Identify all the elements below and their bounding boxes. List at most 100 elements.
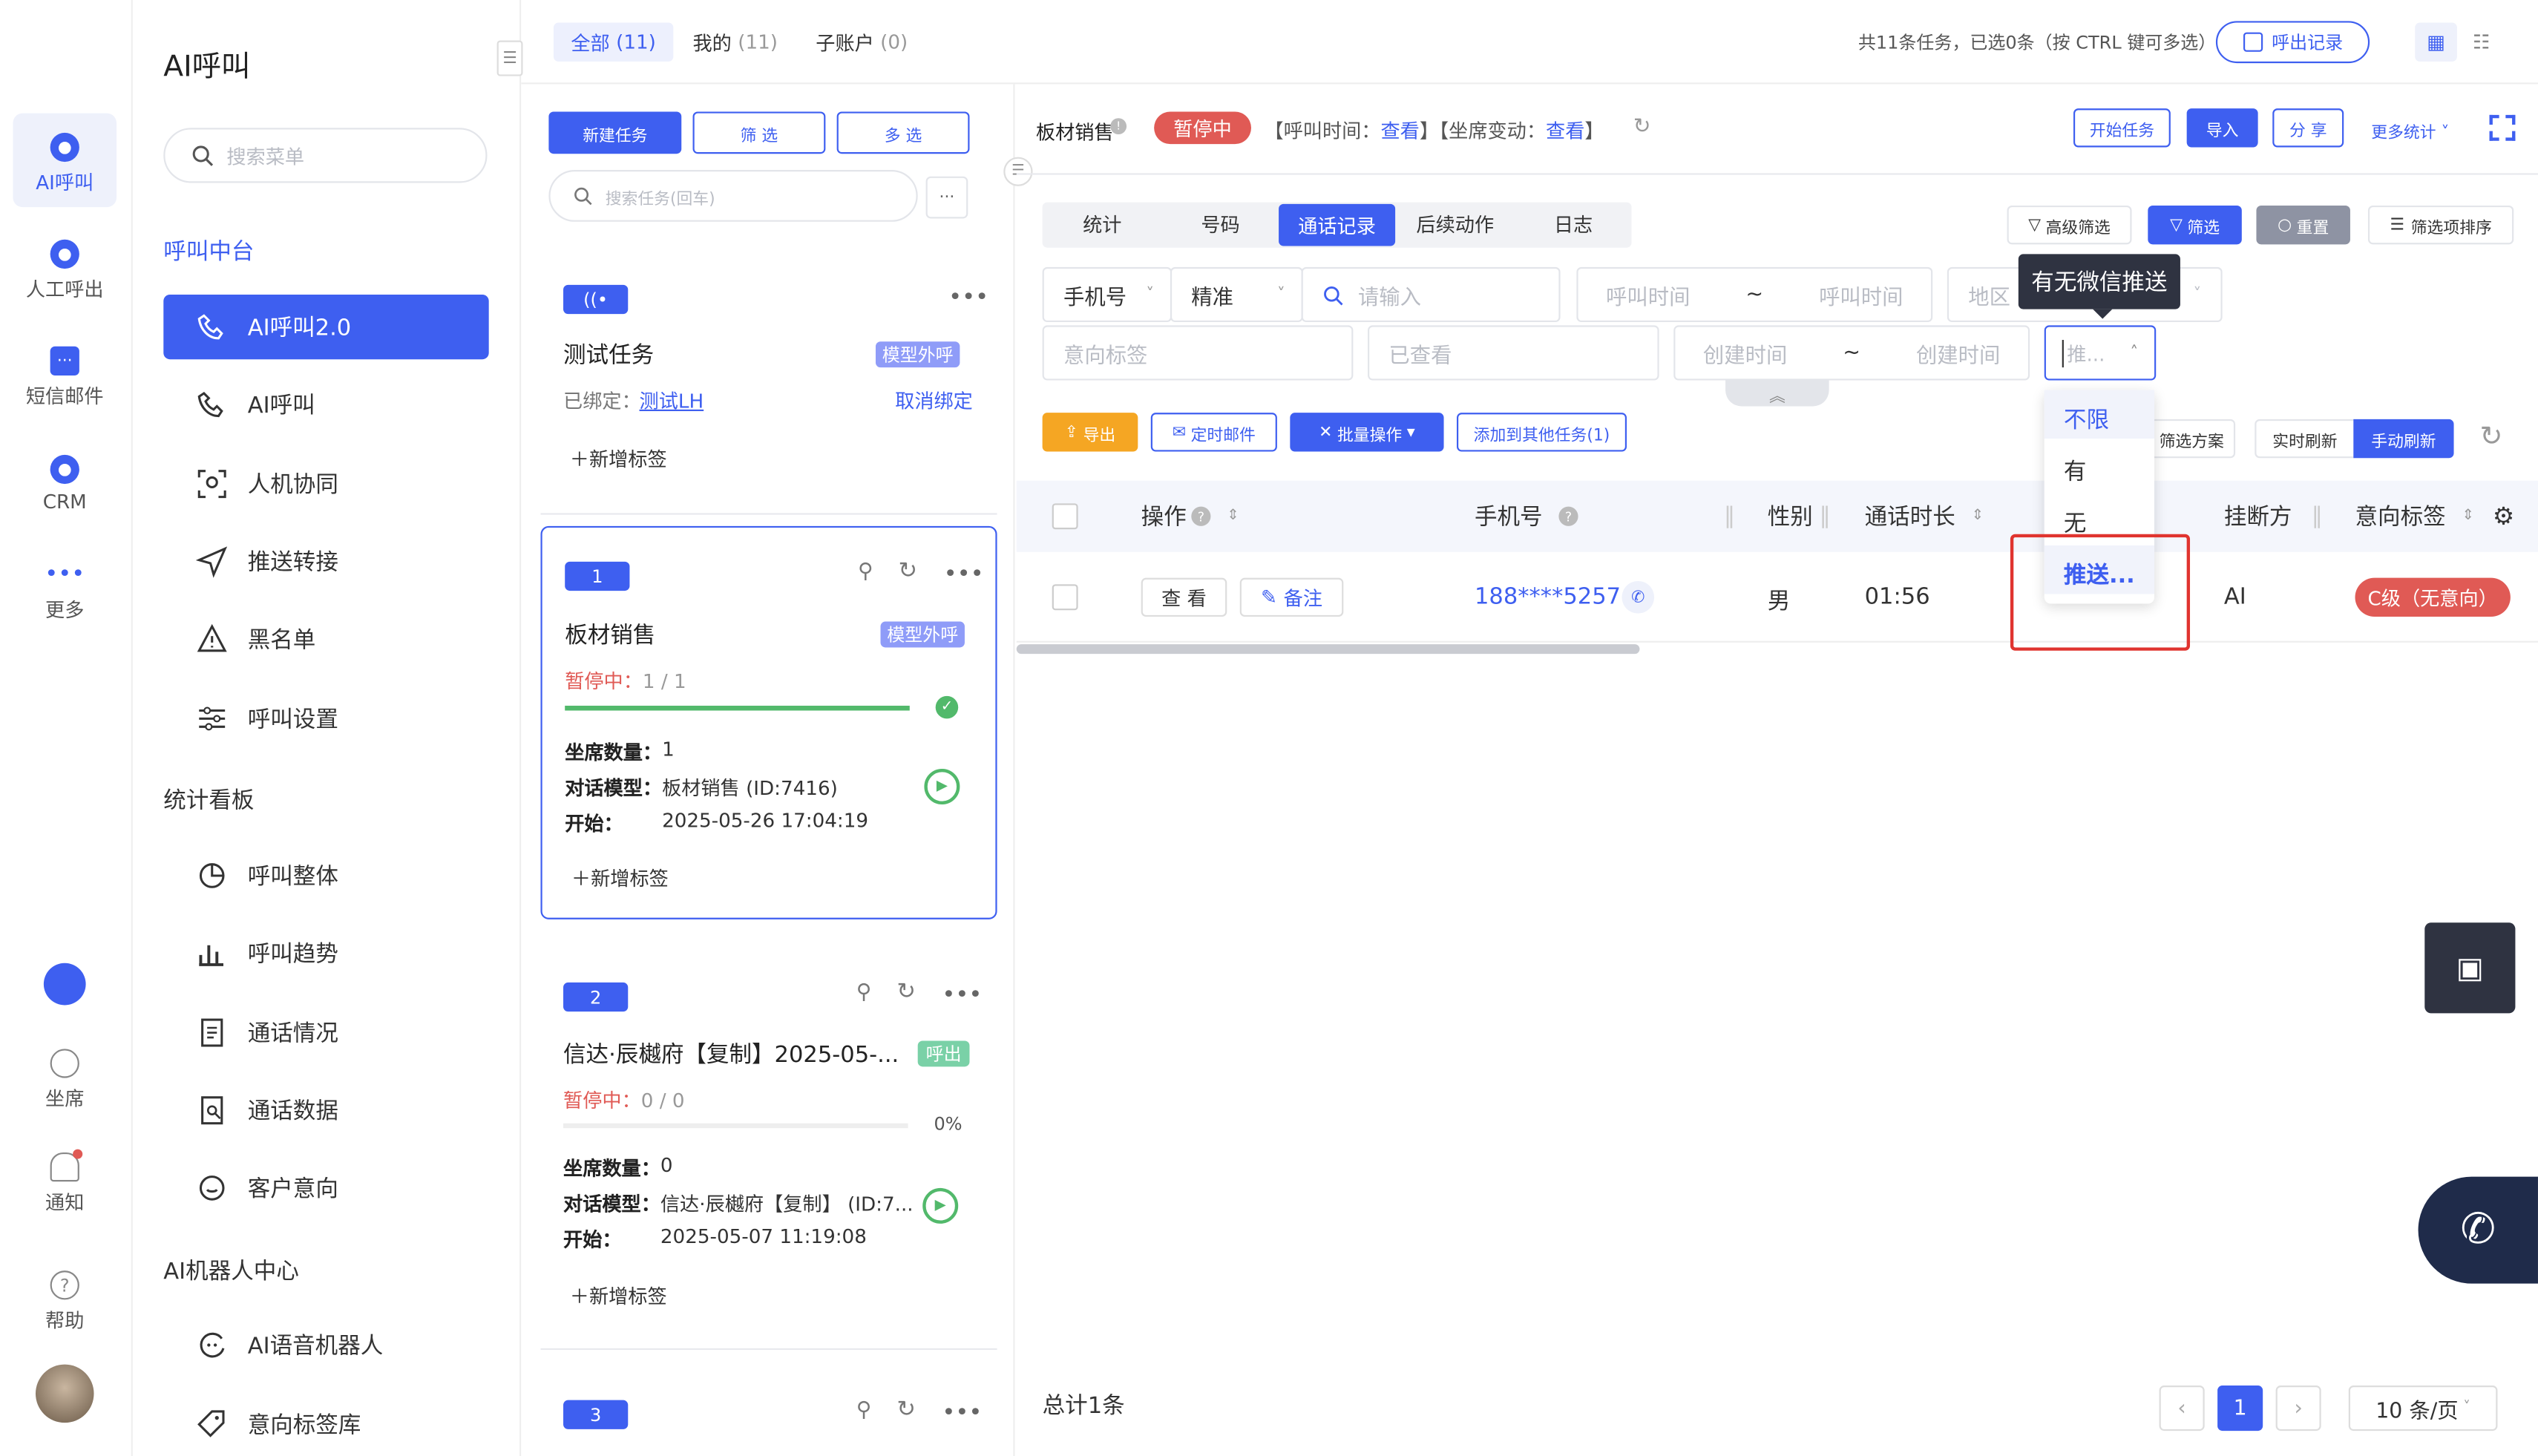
column-duration[interactable]: 通话时长 ⇕ bbox=[1865, 481, 1984, 552]
column-action[interactable]: 操作? ⇕ bbox=[1141, 481, 1239, 552]
phone-float-icon[interactable]: ✆ bbox=[2418, 1176, 2538, 1284]
realtime-refresh-button[interactable]: 实时刷新 bbox=[2255, 419, 2355, 459]
tab-mine[interactable]: 我的 (11) bbox=[693, 23, 778, 62]
play-icon[interactable]: ▶ bbox=[924, 769, 960, 805]
add-to-other-task-button[interactable]: 添加到其他任务(1) bbox=[1456, 413, 1627, 452]
more-dots-icon[interactable]: ••• bbox=[942, 983, 982, 1009]
info-icon[interactable]: ! bbox=[1110, 118, 1127, 135]
grid-view-icon[interactable]: ▦ bbox=[2415, 22, 2457, 62]
menu-item-push-transfer[interactable]: 推送转接 bbox=[163, 529, 488, 594]
phone-number[interactable]: 188****5257 bbox=[1475, 584, 1621, 610]
rail-item-crm[interactable]: ● CRM bbox=[0, 454, 129, 513]
add-tag-button[interactable]: ＋新增标签 bbox=[570, 1282, 667, 1309]
tab-followup[interactable]: 后续动作 bbox=[1395, 203, 1515, 245]
page-size-select[interactable]: 10 条/页 ˅ bbox=[2348, 1386, 2498, 1432]
menu-item-call-status[interactable]: 通话情况 bbox=[163, 1000, 488, 1065]
app-logo-icon[interactable] bbox=[43, 963, 86, 1006]
more-dots-icon[interactable]: ••• bbox=[942, 1400, 982, 1426]
menu-item-ai-call-2[interactable]: AI呼叫2.0 bbox=[163, 294, 489, 360]
add-tag-button[interactable]: ＋新增标签 bbox=[571, 865, 669, 892]
task-search-input[interactable]: 搜索任务(回车) bbox=[548, 170, 918, 222]
add-tag-button[interactable]: ＋新增标签 bbox=[570, 445, 667, 473]
match-select[interactable]: 精准 ˅ bbox=[1170, 266, 1303, 323]
seat-change-link[interactable]: 查看 bbox=[1546, 119, 1584, 142]
table-row[interactable]: 查 看 ✎ 备注 188****5257 ✆ 男 01:56 AI C级（无意向） bbox=[1016, 552, 2538, 643]
viewed-select[interactable]: 已查看 bbox=[1368, 325, 1659, 381]
collapse-list-icon[interactable]: ☰ bbox=[1003, 157, 1033, 186]
menu-item-human-ai[interactable]: 人机协同 bbox=[163, 452, 488, 517]
dropdown-option-yes[interactable]: 有 bbox=[2044, 442, 2154, 490]
pin-icon[interactable]: ⚲ bbox=[858, 560, 873, 585]
note-button[interactable]: ✎ 备注 bbox=[1239, 577, 1344, 617]
prev-page-button[interactable]: ‹ bbox=[2159, 1386, 2205, 1432]
filter-plan-button[interactable]: 筛选方案 bbox=[2148, 419, 2236, 459]
menu-search-input[interactable]: 搜索菜单 bbox=[163, 128, 488, 183]
rail-item-seat[interactable]: 坐席 bbox=[0, 1049, 129, 1112]
menu-item-call-settings[interactable]: 呼叫设置 bbox=[163, 686, 488, 751]
refresh-icon[interactable]: ↻ bbox=[896, 1397, 916, 1423]
dropdown-option-any[interactable]: 不限 bbox=[2044, 390, 2155, 439]
export-button[interactable]: ⇪ 导出 bbox=[1042, 413, 1138, 452]
task-card[interactable]: 2 ⚲ ↻ ••• 信达·辰樾府【复制】2025-05-... 呼出 暂停中：0… bbox=[540, 950, 997, 1338]
pin-icon[interactable]: ⚲ bbox=[856, 1398, 872, 1423]
play-icon[interactable]: ▶ bbox=[922, 1187, 959, 1224]
wechat-push-select[interactable]: 推... ˄ bbox=[2044, 325, 2157, 381]
task-card-selected[interactable]: 1 ⚲ ↻ ••• 板材销售 模型外呼 暂停中：1 / 1 ✓ 坐席数量： 1 … bbox=[540, 525, 997, 919]
fullscreen-icon[interactable] bbox=[2489, 114, 2516, 141]
rail-item-more[interactable]: ••• 更多 bbox=[0, 560, 129, 623]
import-button[interactable]: 导入 bbox=[2186, 108, 2258, 148]
menu-item-customer-intent[interactable]: 客户意向 bbox=[163, 1155, 488, 1220]
refresh-icon[interactable]: ↻ bbox=[899, 558, 918, 584]
next-page-button[interactable]: › bbox=[2275, 1386, 2321, 1432]
task-card[interactable]: ((• ••• 测试任务 模型外呼 已绑定： 测试LH 取消绑定 ＋新增标签 bbox=[540, 262, 997, 505]
menu-item-blacklist[interactable]: 黑名单 bbox=[163, 607, 488, 672]
filter-button[interactable]: ▽ 筛选 bbox=[2148, 205, 2242, 245]
start-task-button[interactable]: 开始任务 bbox=[2073, 108, 2171, 148]
reset-button[interactable]: ○ 重置 bbox=[2256, 205, 2350, 245]
phone-search-input[interactable]: 请输入 bbox=[1301, 266, 1561, 323]
call-time-range[interactable]: 呼叫时间 ~ 呼叫时间 bbox=[1576, 266, 1933, 323]
collapse-filters-icon[interactable]: ︽ bbox=[1725, 380, 1829, 407]
dial-icon[interactable]: ✆ bbox=[1622, 581, 1655, 614]
refresh-icon[interactable]: ↻ bbox=[1633, 115, 1651, 140]
tab-all[interactable]: 全部 (11) bbox=[553, 22, 674, 62]
tab-call-records[interactable]: 通话记录 bbox=[1279, 203, 1396, 246]
pin-icon[interactable]: ⚲ bbox=[856, 981, 872, 1006]
list-view-icon[interactable]: ☷ bbox=[2460, 23, 2502, 62]
gear-icon[interactable]: ⚙ bbox=[2493, 481, 2514, 552]
horizontal-scrollbar[interactable] bbox=[1016, 644, 1640, 655]
column-hangup[interactable]: 挂断方 ‖ bbox=[2224, 481, 2323, 552]
unbind-link[interactable]: 取消绑定 bbox=[895, 387, 973, 414]
new-task-button[interactable]: 新建任务 bbox=[548, 111, 682, 154]
call-time-link[interactable]: 查看 bbox=[1381, 119, 1420, 142]
batch-actions-button[interactable]: ✕ 批量操作 ▾ bbox=[1290, 413, 1444, 452]
menu-item-trend[interactable]: 呼叫趋势 bbox=[163, 921, 488, 986]
filter-tasks-button[interactable]: 筛 选 bbox=[692, 111, 826, 154]
row-checkbox[interactable] bbox=[1052, 584, 1078, 611]
chat-float-icon[interactable]: ▣ bbox=[2424, 922, 2516, 1014]
rail-item-manual-call[interactable]: ● 人工呼出 bbox=[0, 239, 129, 303]
create-time-range[interactable]: 创建时间 ~ 创建时间 bbox=[1673, 325, 2030, 381]
menu-item-call-data[interactable]: 通话数据 bbox=[163, 1078, 488, 1143]
select-all-checkbox[interactable] bbox=[1052, 503, 1078, 530]
avatar[interactable] bbox=[35, 1364, 94, 1423]
tab-stats[interactable]: 统计 bbox=[1043, 203, 1162, 245]
phone-type-select[interactable]: 手机号 ˅ bbox=[1042, 266, 1173, 323]
intent-tag-select[interactable]: 意向标签 bbox=[1042, 325, 1354, 381]
tab-sub-accounts[interactable]: 子账户 (0) bbox=[816, 23, 908, 62]
column-phone[interactable]: 手机号? bbox=[1475, 481, 1578, 552]
rail-item-sms-mail[interactable]: ··· 短信邮件 bbox=[0, 346, 129, 410]
task-card[interactable]: 3 ⚲ ↻ ••• bbox=[540, 1379, 997, 1456]
column-gender[interactable]: 性别 ‖ bbox=[1768, 481, 1831, 552]
menu-item-overall[interactable]: 呼叫整体 bbox=[163, 843, 488, 908]
menu-item-ai-call[interactable]: AI呼叫 bbox=[163, 373, 488, 437]
menu-item-intent-tags[interactable]: 意向标签库 bbox=[163, 1392, 488, 1456]
column-intent[interactable]: 意向标签 ⇕ bbox=[2355, 481, 2474, 552]
page-button-current[interactable]: 1 bbox=[2217, 1386, 2263, 1432]
share-button[interactable]: 分 享 bbox=[2272, 108, 2344, 148]
view-button[interactable]: 查 看 bbox=[1141, 577, 1227, 617]
call-record-button[interactable]: 呼出记录 bbox=[2215, 21, 2370, 64]
schedule-mail-button[interactable]: ✉ 定时邮件 bbox=[1150, 413, 1277, 452]
task-more-button[interactable]: ··· bbox=[925, 176, 968, 219]
refresh-icon[interactable]: ↻ bbox=[2479, 421, 2502, 453]
